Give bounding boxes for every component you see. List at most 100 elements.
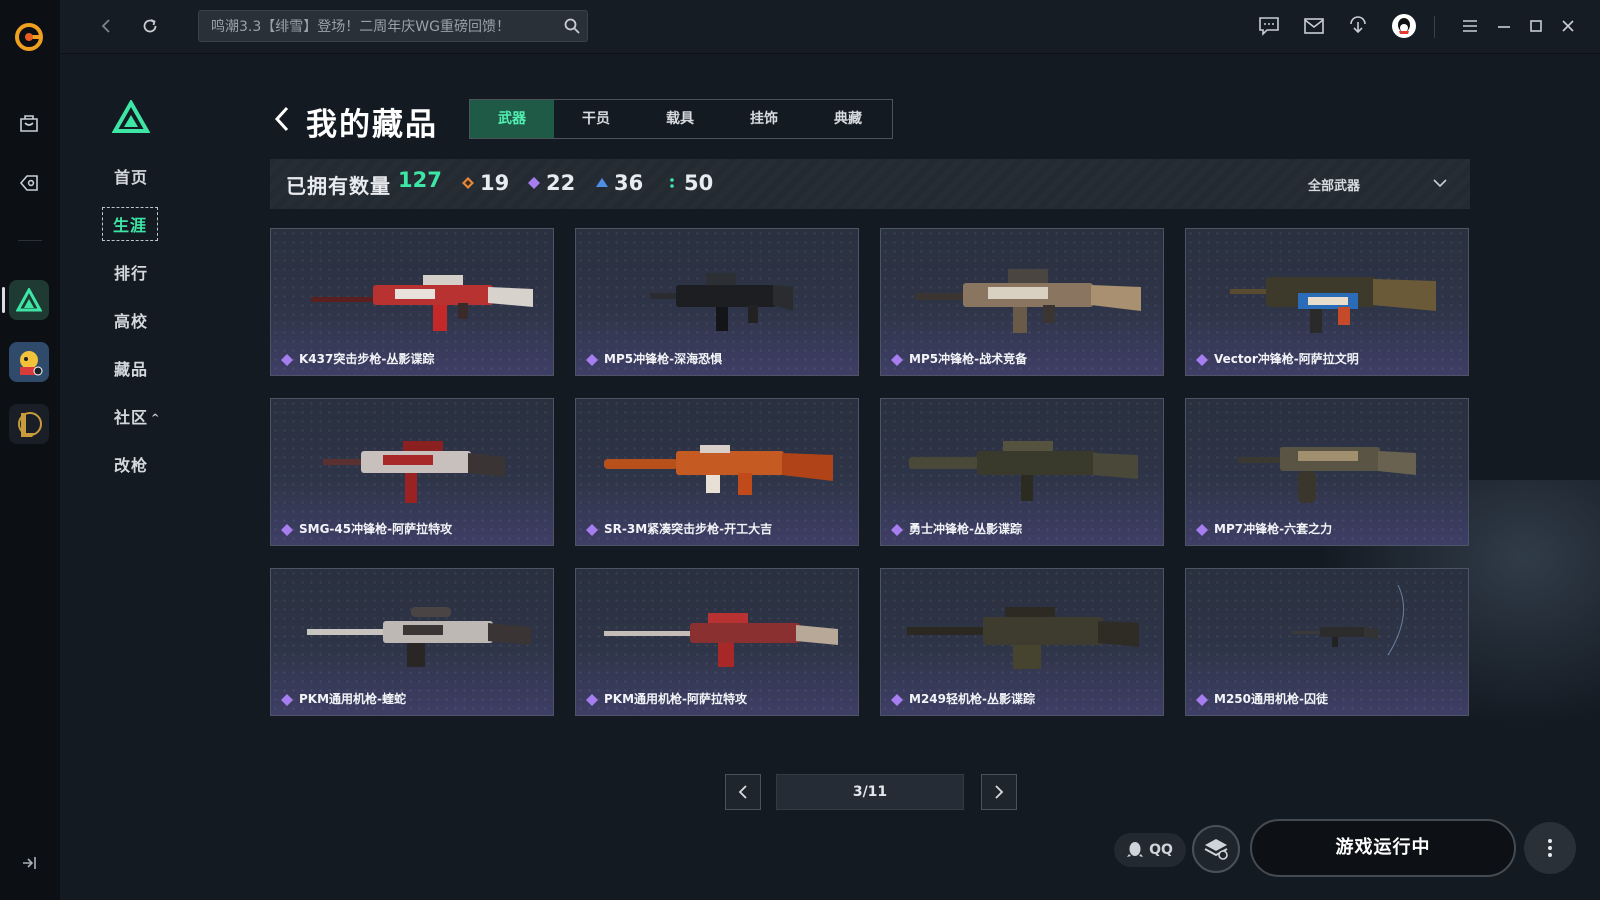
sidenav-item-career[interactable]: 生涯: [102, 207, 159, 241]
weapon-card[interactable]: MP7冲锋枪-六套之力: [1185, 398, 1469, 546]
weapon-card[interactable]: M250通用机枪-囚徒: [1185, 568, 1469, 716]
tab-weapons[interactable]: 武器: [470, 100, 554, 138]
maximize-icon[interactable]: [1522, 12, 1550, 40]
weapon-card[interactable]: M249轻机枪-丛影谍踪: [880, 568, 1164, 716]
weapon-card[interactable]: MP5冲锋枪-战术竞备: [880, 228, 1164, 376]
close-icon[interactable]: [1554, 12, 1582, 40]
tab-charms[interactable]: 挂饰: [722, 100, 806, 138]
weapon-card[interactable]: 勇士冲锋枪-丛影谍踪: [880, 398, 1164, 546]
rarity-count-purple: 22: [528, 171, 575, 195]
sidenav-item-community[interactable]: 社区 ^: [114, 404, 160, 428]
tab-collector[interactable]: 典藏: [806, 100, 890, 138]
rarity-count-value: 36: [614, 171, 644, 195]
sidenav-community-label: 社区: [114, 408, 149, 427]
tab-vehicles[interactable]: 载具: [638, 100, 722, 138]
prev-page-button[interactable]: [725, 774, 761, 810]
weapon-card[interactable]: SR-3M紧凑突击步枪-开工大吉: [575, 398, 859, 546]
collection-stats-bar: 已拥有数量 127 19 22 36 50 全部武器: [270, 159, 1470, 209]
purple-diamond-icon: [891, 354, 903, 366]
back-arrow-icon[interactable]: [272, 104, 292, 134]
search-bar[interactable]: [198, 10, 588, 43]
weapon-name: 勇士冲锋枪-丛影谍踪: [909, 522, 1022, 536]
owned-count-label: 已拥有数量: [286, 174, 391, 198]
game-settings-button[interactable]: [1192, 825, 1240, 873]
weapon-name: SMG-45冲锋枪-阿萨拉特攻: [299, 522, 453, 536]
menu-icon[interactable]: [1456, 12, 1484, 40]
minimize-icon[interactable]: [1490, 12, 1518, 40]
rarity-count-green: 50: [666, 171, 713, 195]
smg-icon: [1238, 447, 1416, 503]
rarity-count-value: 19: [480, 171, 510, 195]
sidenav-item-home[interactable]: 首页: [114, 164, 148, 188]
purple-diamond-icon: [586, 354, 598, 366]
rarity-count-orange: 19: [462, 171, 509, 195]
sidenav-item-collection[interactable]: 藏品: [114, 356, 148, 380]
machine-gun-icon: [604, 613, 838, 667]
purple-diamond-icon: [1196, 694, 1208, 706]
top-bar: [60, 0, 1600, 54]
purple-diamond-icon: [891, 694, 903, 706]
qq-label: QQ: [1149, 842, 1173, 858]
game-library-icon[interactable]: [14, 168, 44, 198]
purple-diamond-icon: [281, 694, 293, 706]
chevron-left-icon: [738, 785, 747, 799]
rarity-count-value: 50: [684, 171, 714, 195]
qq-avatar-icon[interactable]: [1390, 12, 1418, 40]
page-title: 我的藏品: [306, 107, 438, 143]
weapon-card[interactable]: SMG-45冲锋枪-阿萨拉特攻: [270, 398, 554, 546]
more-vertical-icon: [1548, 839, 1552, 857]
weapon-name: SR-3M紧凑突击步枪-开工大吉: [604, 522, 773, 536]
weapon-card[interactable]: Vector冲锋枪-阿萨拉文明: [1185, 228, 1469, 376]
weapon-filter-label: 全部武器: [1308, 179, 1361, 194]
qq-login-button[interactable]: QQ: [1114, 833, 1186, 867]
next-page-button[interactable]: [981, 774, 1017, 810]
layers-icon: [1204, 839, 1228, 860]
store-bag-icon[interactable]: [14, 108, 44, 138]
nav-back-icon[interactable]: [92, 12, 120, 40]
weapon-card[interactable]: PKM通用机枪-阿萨拉特攻: [575, 568, 859, 716]
weapon-name: M250通用机枪-囚徒: [1214, 692, 1328, 706]
tab-operators[interactable]: 干员: [554, 100, 638, 138]
search-icon[interactable]: [563, 17, 581, 35]
delta-force-brand-icon: [112, 100, 150, 133]
sidenav-item-gunsmith[interactable]: 改枪: [114, 452, 148, 476]
machine-gun-icon: [1292, 585, 1405, 656]
assault-rifle-icon: [311, 275, 533, 331]
mail-icon[interactable]: [1300, 12, 1328, 40]
app-logo-icon[interactable]: [14, 22, 44, 52]
chat-icon[interactable]: [1255, 12, 1283, 40]
weapon-card[interactable]: PKM通用机枪-蝰蛇: [270, 568, 554, 716]
blue-triangle-icon: [596, 178, 608, 187]
expand-sidebar-icon[interactable]: [18, 852, 40, 874]
sidenav-item-ranking[interactable]: 排行: [114, 260, 148, 284]
app-window: 首页 生涯 排行 高校 藏品 社区^ 改枪 我的藏品 武器 干员 载具 挂饰 典…: [0, 0, 1600, 900]
download-icon[interactable]: [1344, 12, 1372, 40]
weapon-name: PKM通用机枪-阿萨拉特攻: [604, 692, 748, 706]
weapon-name: MP7冲锋枪-六套之力: [1214, 522, 1333, 536]
weapon-name: MP5冲锋枪-深海恐惧: [604, 352, 723, 366]
page-indicator: 3/11: [776, 774, 964, 810]
weapon-card[interactable]: K437突击步枪-丛影谍踪: [270, 228, 554, 376]
sidenav-item-college[interactable]: 高校: [114, 308, 148, 332]
league-logo-icon: [18, 412, 42, 437]
game-tile-delta-force[interactable]: [9, 280, 49, 320]
weapon-name: Vector冲锋枪-阿萨拉文明: [1214, 352, 1359, 366]
game-tile-league[interactable]: [9, 404, 49, 444]
weapon-filter-dropdown[interactable]: 全部武器: [1308, 173, 1448, 195]
smg-icon: [909, 441, 1138, 501]
smg-icon: [650, 273, 793, 331]
weapon-name: K437突击步枪-丛影谍踪: [299, 352, 435, 366]
search-input[interactable]: [209, 11, 553, 43]
chevron-right-icon: [995, 785, 1004, 799]
smg-icon: [1230, 277, 1436, 333]
refresh-icon[interactable]: [136, 12, 164, 40]
rail-active-indicator: [2, 287, 5, 313]
game-running-button[interactable]: 游戏运行中: [1250, 819, 1516, 877]
game-tile-character[interactable]: [9, 342, 49, 382]
weapon-name: MP5冲锋枪-战术竞备: [909, 352, 1028, 366]
category-tabs: 武器 干员 载具 挂饰 典藏: [469, 99, 893, 139]
weapon-card[interactable]: MP5冲锋枪-深海恐惧: [575, 228, 859, 376]
machine-gun-icon: [907, 607, 1139, 669]
more-options-button[interactable]: [1524, 822, 1576, 874]
chevron-down-icon: [1433, 179, 1447, 188]
